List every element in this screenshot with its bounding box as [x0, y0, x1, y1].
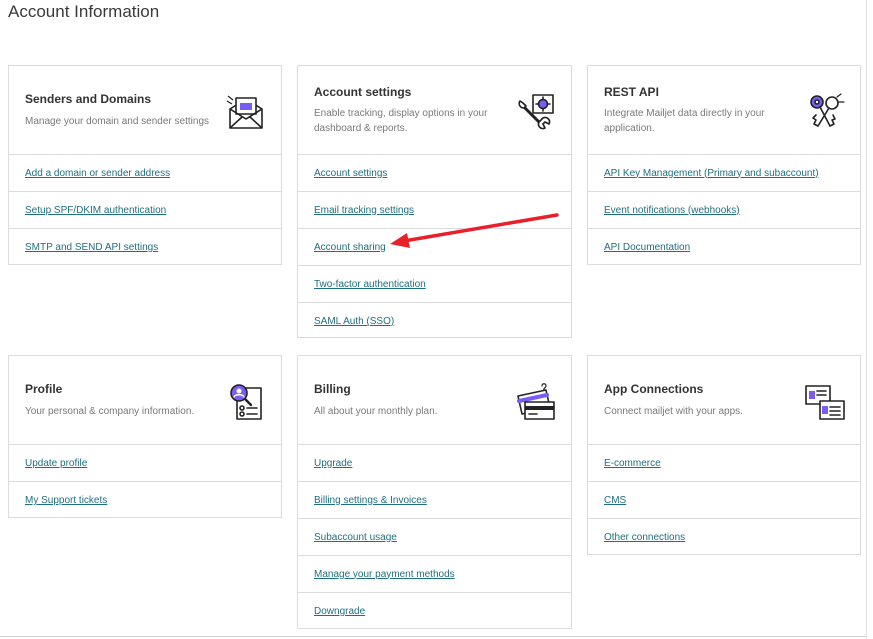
page-right-border — [866, 0, 867, 639]
link-row: Account settings — [298, 155, 571, 192]
card-app-connections: App Connections Connect mailjet with you… — [587, 355, 861, 555]
upgrade-link[interactable]: Upgrade — [314, 458, 352, 469]
card-header: Senders and Domains Manage your domain a… — [9, 66, 281, 155]
link-row: E-commerce — [588, 445, 860, 482]
card-description: Connect mailjet with your apps. — [604, 406, 743, 417]
downgrade-link[interactable]: Downgrade — [314, 606, 365, 617]
link-row: Email tracking settings — [298, 192, 571, 229]
update-profile-link[interactable]: Update profile — [25, 458, 87, 469]
app-connect-icon — [804, 382, 846, 422]
envelope-icon — [225, 92, 267, 132]
link-row: Update profile — [9, 445, 281, 482]
link-row: Two-factor authentication — [298, 266, 571, 303]
card-description: Enable tracking, display options in your… — [314, 108, 488, 134]
keys-icon — [804, 92, 846, 132]
link-row: SMTP and SEND API settings — [9, 229, 281, 266]
e-commerce-link[interactable]: E-commerce — [604, 458, 661, 469]
card-rest-api: REST API Integrate Mailjet data directly… — [587, 65, 861, 265]
link-row: API Key Management (Primary and subaccou… — [588, 155, 860, 192]
card-profile: Profile Your personal & company informat… — [8, 355, 282, 518]
page-bottom-border — [0, 636, 866, 637]
email-tracking-settings-link[interactable]: Email tracking settings — [314, 205, 414, 216]
account-sharing-link[interactable]: Account sharing — [314, 242, 386, 253]
cms-link[interactable]: CMS — [604, 495, 626, 506]
profile-search-icon — [225, 382, 267, 422]
two-factor-authentication-link[interactable]: Two-factor authentication — [314, 279, 426, 290]
card-account-settings: Account settings Enable tracking, displa… — [297, 65, 572, 338]
card-title: Profile — [25, 382, 63, 396]
subaccount-usage-link[interactable]: Subaccount usage — [314, 532, 397, 543]
card-title: REST API — [604, 85, 659, 99]
event-notifications-link[interactable]: Event notifications (webhooks) — [604, 205, 740, 216]
card-header: Billing All about your monthly plan. — [298, 356, 571, 445]
api-documentation-link[interactable]: API Documentation — [604, 242, 690, 253]
link-row: My Support tickets — [9, 482, 281, 519]
card-title: Senders and Domains — [25, 92, 152, 106]
link-row: API Documentation — [588, 229, 860, 266]
my-support-tickets-link[interactable]: My Support tickets — [25, 495, 107, 506]
card-billing: Billing All about your monthly plan. Upg… — [297, 355, 572, 629]
other-connections-link[interactable]: Other connections — [604, 532, 685, 543]
card-description: Manage your domain and sender settings — [25, 116, 210, 127]
smtp-send-api-link[interactable]: SMTP and SEND API settings — [25, 242, 158, 253]
card-title: Account settings — [314, 85, 412, 99]
card-header: Account settings Enable tracking, displa… — [298, 66, 571, 155]
page-title: Account Information — [8, 2, 160, 21]
link-row: Billing settings & Invoices — [298, 482, 571, 519]
card-header: REST API Integrate Mailjet data directly… — [588, 66, 860, 155]
link-row: Event notifications (webhooks) — [588, 192, 860, 229]
card-header: App Connections Connect mailjet with you… — [588, 356, 860, 445]
billing-settings-invoices-link[interactable]: Billing settings & Invoices — [314, 495, 427, 506]
link-row: Upgrade — [298, 445, 571, 482]
link-row: Downgrade — [298, 593, 571, 630]
card-description: Your personal & company information. — [25, 406, 195, 417]
saml-auth-sso-link[interactable]: SAML Auth (SSO) — [314, 316, 394, 327]
account-settings-link[interactable]: Account settings — [314, 168, 387, 179]
card-header: Profile Your personal & company informat… — [9, 356, 281, 445]
link-row: Subaccount usage — [298, 519, 571, 556]
card-senders-and-domains: Senders and Domains Manage your domain a… — [8, 65, 282, 265]
card-description: Integrate Mailjet data directly in your … — [604, 108, 765, 134]
card-title: Billing — [314, 382, 351, 396]
manage-payment-methods-link[interactable]: Manage your payment methods — [314, 569, 455, 580]
link-row: CMS — [588, 482, 860, 519]
spf-dkim-link[interactable]: Setup SPF/DKIM authentication — [25, 205, 166, 216]
link-row: Setup SPF/DKIM authentication — [9, 192, 281, 229]
card-title: App Connections — [604, 382, 704, 396]
link-row: SAML Auth (SSO) — [298, 303, 571, 340]
link-row: Manage your payment methods — [298, 556, 571, 593]
credit-card-icon — [515, 382, 557, 422]
api-key-management-link[interactable]: API Key Management (Primary and subaccou… — [604, 168, 819, 179]
link-row: Add a domain or sender address — [9, 155, 281, 192]
link-row: Other connections — [588, 519, 860, 556]
link-row: Account sharing — [298, 229, 571, 266]
wrench-gear-icon — [515, 92, 557, 132]
add-domain-link[interactable]: Add a domain or sender address — [25, 168, 170, 179]
card-description: All about your monthly plan. — [314, 406, 438, 417]
